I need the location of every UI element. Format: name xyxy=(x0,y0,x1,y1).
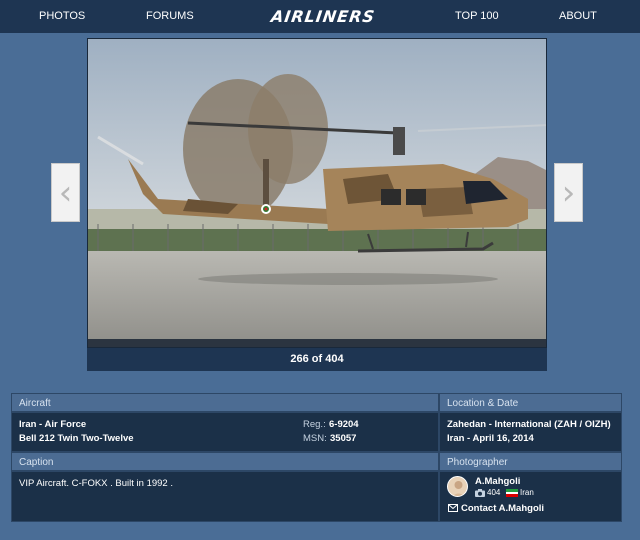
registration-value[interactable]: 6-9204 xyxy=(329,419,359,430)
location-section-header: Location & Date xyxy=(439,393,622,412)
nav-about-link[interactable]: ABOUT xyxy=(559,10,597,22)
photographer-avatar[interactable] xyxy=(447,476,468,497)
aircraft-model-link[interactable]: Bell 212 Twin Two-Twelve xyxy=(19,433,134,444)
aircraft-section: Iran - Air Force Bell 212 Twin Two-Twelv… xyxy=(11,412,439,452)
photographer-photo-count: 404 xyxy=(487,488,501,497)
contact-photographer-link[interactable]: Contact A.Mahgoli xyxy=(461,503,544,514)
photographer-section: A.Mahgoli 404 Iran Contact A.Mahgoli xyxy=(439,471,622,522)
photo-details-panel: Aircraft Iran - Air Force Bell 212 Twin … xyxy=(11,393,622,523)
location-section: Zahedan - International (ZAH / OIZH) Ira… xyxy=(439,412,622,452)
msn-label: MSN: xyxy=(303,433,327,444)
aircraft-operator-link[interactable]: Iran - Air Force xyxy=(19,419,86,430)
aircraft-photo[interactable] xyxy=(87,38,547,348)
registration-label: Reg.: xyxy=(303,419,326,430)
photographer-section-header: Photographer xyxy=(439,452,622,471)
msn-value[interactable]: 35057 xyxy=(330,433,356,444)
avatar-icon xyxy=(452,481,465,496)
nav-top100-link[interactable]: TOP 100 xyxy=(455,10,499,22)
envelope-icon xyxy=(448,504,458,512)
camera-icon xyxy=(475,489,485,497)
location-date-link[interactable]: Iran - April 16, 2014 xyxy=(447,433,534,444)
nav-forums-link[interactable]: FORUMS xyxy=(146,10,194,22)
photographer-name-link[interactable]: A.Mahgoli xyxy=(475,476,520,487)
helicopter-photo-image xyxy=(88,39,546,347)
next-photo-button[interactable]: › xyxy=(554,163,583,222)
location-airport-link[interactable]: Zahedan - International (ZAH / OIZH) xyxy=(447,419,611,430)
aircraft-section-header: Aircraft xyxy=(11,393,439,412)
iran-flag-icon xyxy=(506,489,518,497)
caption-section: VIP Aircraft. C-FOKX . Built in 1992 . xyxy=(11,471,439,522)
chevron-left-icon: ‹ xyxy=(58,172,73,213)
caption-text: VIP Aircraft. C-FOKX . Built in 1992 . xyxy=(19,478,173,489)
photographer-country: Iran xyxy=(520,488,534,497)
top-navigation: PHOTOS FORUMS AIRLINERS TOP 100 ABOUT xyxy=(0,0,640,33)
caption-section-header: Caption xyxy=(11,452,439,471)
photo-counter: 266 of 404 xyxy=(87,348,547,371)
airliners-logo[interactable]: AIRLINERS xyxy=(252,6,393,28)
previous-photo-button[interactable]: ‹ xyxy=(51,163,80,222)
chevron-right-icon: › xyxy=(561,172,576,213)
nav-photos-link[interactable]: PHOTOS xyxy=(39,10,85,22)
